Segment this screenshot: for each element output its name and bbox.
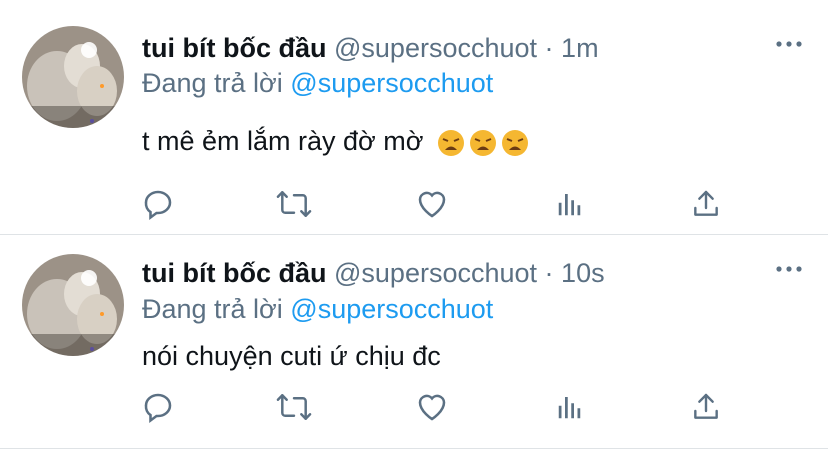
- mention-link[interactable]: @supersocchuot: [290, 68, 493, 98]
- weary-face-icon: [437, 129, 465, 157]
- replying-to: Đang trả lời @supersocchuot: [142, 293, 493, 325]
- more-icon[interactable]: [776, 38, 802, 50]
- analytics-button[interactable]: [550, 184, 590, 224]
- retweet-icon: [275, 186, 313, 222]
- share-button[interactable]: [686, 184, 726, 224]
- replying-prefix: Đang trả lời: [142, 68, 283, 98]
- reply-button[interactable]: [138, 387, 178, 427]
- timestamp[interactable]: 10s: [561, 258, 605, 288]
- handle[interactable]: @supersocchuot: [334, 33, 537, 63]
- like-icon: [414, 186, 450, 222]
- retweet-button[interactable]: [274, 184, 314, 224]
- tweet-text: nói chuyện cuti ứ chịu đc: [142, 340, 441, 372]
- replying-to: Đang trả lời @supersocchuot: [142, 67, 493, 99]
- like-button[interactable]: [412, 387, 452, 427]
- reply-icon: [140, 186, 176, 222]
- handle[interactable]: @supersocchuot: [334, 258, 537, 288]
- share-button[interactable]: [686, 387, 726, 427]
- like-icon: [414, 389, 450, 425]
- more-icon[interactable]: [776, 263, 802, 275]
- tweet[interactable]: tui bít bốc đầu @supersocchuot · 10s Đan…: [0, 227, 828, 453]
- avatar[interactable]: [22, 254, 124, 356]
- reply-icon: [140, 389, 176, 425]
- reply-button[interactable]: [138, 184, 178, 224]
- analytics-button[interactable]: [550, 387, 590, 427]
- separator: ·: [544, 258, 554, 288]
- tweet-text: t mê ẻm lắm rày đờ mờ: [142, 125, 529, 157]
- weary-face-icon: [469, 129, 497, 157]
- replying-prefix: Đang trả lời: [142, 294, 283, 324]
- tweet-header: tui bít bốc đầu @supersocchuot · 10s: [142, 257, 605, 289]
- tweet-actions: [0, 387, 828, 427]
- tweet[interactable]: tui bít bốc đầu @supersocchuot · 1m Đang…: [0, 0, 828, 226]
- mention-link[interactable]: @supersocchuot: [290, 294, 493, 324]
- like-button[interactable]: [412, 184, 452, 224]
- display-name[interactable]: tui bít bốc đầu: [142, 258, 326, 288]
- share-icon: [690, 391, 722, 423]
- separator: ·: [544, 33, 554, 63]
- tweet-text-content: t mê ẻm lắm rày đờ mờ: [142, 126, 424, 156]
- weary-face-icon: [501, 129, 529, 157]
- retweet-icon: [275, 389, 313, 425]
- analytics-icon: [555, 392, 585, 422]
- retweet-button[interactable]: [274, 387, 314, 427]
- display-name[interactable]: tui bít bốc đầu: [142, 33, 326, 63]
- share-icon: [690, 188, 722, 220]
- tweet-header: tui bít bốc đầu @supersocchuot · 1m: [142, 32, 599, 64]
- divider: [0, 448, 828, 449]
- emoji-group: [437, 129, 529, 157]
- tweet-actions: [0, 184, 828, 224]
- timestamp[interactable]: 1m: [561, 33, 599, 63]
- analytics-icon: [555, 189, 585, 219]
- tweet-text-content: nói chuyện cuti ứ chịu đc: [142, 341, 441, 371]
- avatar[interactable]: [22, 26, 124, 128]
